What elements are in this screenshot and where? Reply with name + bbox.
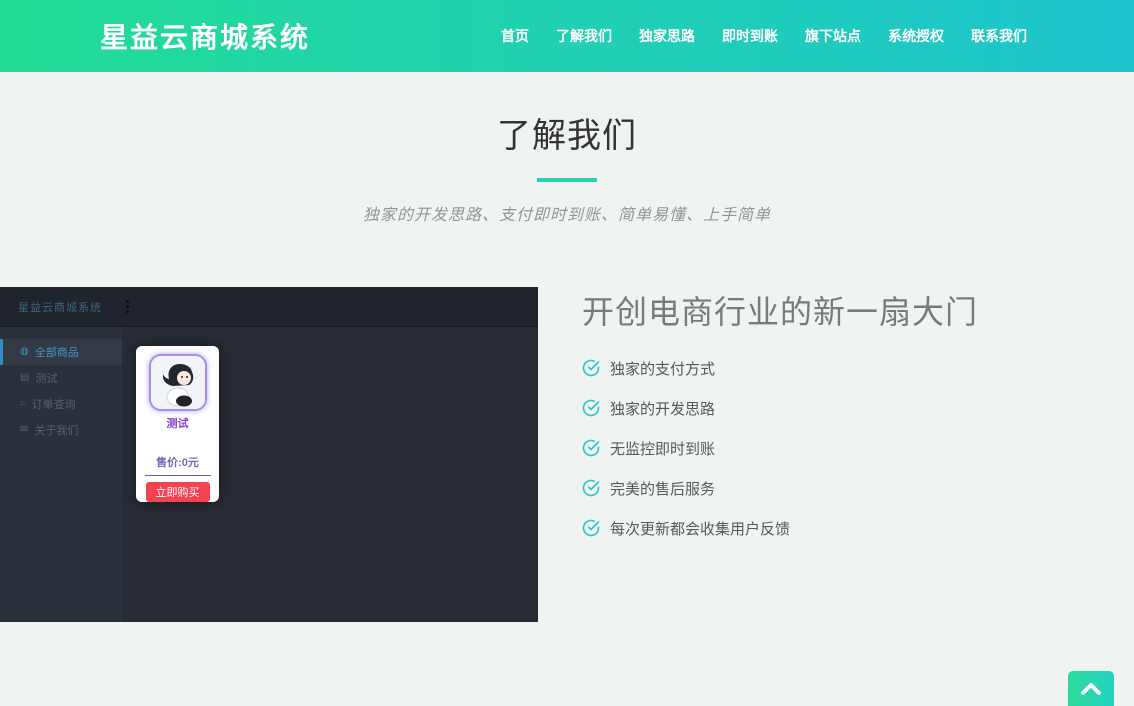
nav-item[interactable]: 即时到账 bbox=[722, 26, 778, 46]
sidebar-item-icon: ▤ bbox=[20, 373, 29, 383]
title-divider bbox=[537, 178, 597, 182]
check-circle-icon bbox=[582, 399, 600, 417]
screenshot-topbar: 星益云商城系统 bbox=[0, 287, 538, 327]
nav-item[interactable]: 了解我们 bbox=[556, 26, 612, 46]
back-to-top-button[interactable] bbox=[1068, 671, 1114, 706]
product-name: 测试 bbox=[167, 415, 189, 431]
sidebar-item-label: 测试 bbox=[35, 370, 57, 386]
feature-label: 独家的开发思路 bbox=[610, 398, 715, 419]
product-screenshot: 星益云商城系统 ◍ 全部商品 ▤ 测试 ⌕ 订单查询 ✉ 关于我们 bbox=[0, 287, 538, 622]
section-header: 了解我们 独家的开发思路、支付即时到账、简单易懂、上手简单 bbox=[0, 108, 1134, 225]
sidebar-item[interactable]: ✉ 关于我们 bbox=[0, 417, 122, 443]
sidebar-item-icon: ✉ bbox=[20, 425, 28, 435]
screenshot-main-area: 测试 售价:0元 立即购买 bbox=[122, 327, 538, 621]
nav-item[interactable]: 首页 bbox=[501, 26, 529, 46]
product-price: 售价:0元 bbox=[156, 454, 199, 470]
feature-item: 每次更新都会收集用户反馈 bbox=[582, 519, 1012, 537]
site-header: 星益云商城系统 首页 了解我们 独家思路 即时到账 旗下站点 系统授权 联系我们 bbox=[0, 0, 1134, 72]
feature-list: 独家的支付方式 独家的开发思路 无监控即时到账 bbox=[582, 359, 1012, 537]
feature-label: 完美的售后服务 bbox=[610, 478, 715, 499]
sidebar-item-label: 订单查询 bbox=[32, 396, 76, 412]
check-circle-icon bbox=[582, 439, 600, 457]
buy-now-button[interactable]: 立即购买 bbox=[146, 482, 210, 502]
site-logo-title: 星益云商城系统 bbox=[100, 16, 310, 56]
sidebar-item[interactable]: ⌕ 订单查询 bbox=[0, 391, 122, 417]
sidebar-item[interactable]: ▤ 测试 bbox=[0, 365, 122, 391]
sidebar-item-icon: ⌕ bbox=[20, 399, 26, 409]
card-divider bbox=[145, 475, 211, 476]
feature-item: 独家的开发思路 bbox=[582, 399, 1012, 417]
main-nav: 首页 了解我们 独家思路 即时到账 旗下站点 系统授权 联系我们 bbox=[501, 26, 1027, 46]
feature-item: 独家的支付方式 bbox=[582, 359, 1012, 377]
feature-item: 完美的售后服务 bbox=[582, 479, 1012, 497]
product-image bbox=[149, 354, 207, 411]
product-card: 测试 售价:0元 立即购买 bbox=[136, 346, 219, 502]
feature-label: 无监控即时到账 bbox=[610, 438, 715, 459]
screenshot-body: ◍ 全部商品 ▤ 测试 ⌕ 订单查询 ✉ 关于我们 bbox=[0, 327, 538, 621]
feature-label: 独家的支付方式 bbox=[610, 358, 715, 379]
check-circle-icon bbox=[582, 519, 600, 537]
feature-label: 每次更新都会收集用户反馈 bbox=[610, 518, 790, 539]
kebab-menu-icon[interactable] bbox=[126, 300, 129, 313]
screenshot-brand: 星益云商城系统 bbox=[18, 299, 102, 315]
sidebar-item-label: 全部商品 bbox=[35, 344, 79, 360]
nav-item[interactable]: 独家思路 bbox=[639, 26, 695, 46]
page: 星益云商城系统 首页了解我们独家思路即时到账旗下站点系统授权联系我们 了解我们 … bbox=[0, 0, 1134, 706]
nav-item[interactable]: 系统授权 bbox=[888, 26, 944, 46]
about-heading: 开创电商行业的新一扇大门 bbox=[582, 287, 1012, 333]
page-title: 了解我们 bbox=[0, 108, 1134, 157]
section-subtitle: 独家的开发思路、支付即时到账、简单易懂、上手简单 bbox=[0, 201, 1134, 225]
nav-item[interactable]: 旗下站点 bbox=[805, 26, 861, 46]
check-circle-icon bbox=[582, 359, 600, 377]
nav-item[interactable]: 联系我们 bbox=[971, 26, 1027, 46]
feature-item: 无监控即时到账 bbox=[582, 439, 1012, 457]
chevron-up-icon bbox=[1080, 682, 1102, 695]
about-content: 开创电商行业的新一扇大门 独家的支付方式 独家的开发思路 bbox=[582, 287, 1012, 559]
sidebar-item-icon: ◍ bbox=[20, 347, 29, 357]
check-circle-icon bbox=[582, 479, 600, 497]
sidebar-item-label: 关于我们 bbox=[34, 422, 78, 438]
sidebar-item[interactable]: ◍ 全部商品 bbox=[0, 339, 122, 365]
screenshot-sidebar: ◍ 全部商品 ▤ 测试 ⌕ 订单查询 ✉ 关于我们 bbox=[0, 327, 122, 621]
